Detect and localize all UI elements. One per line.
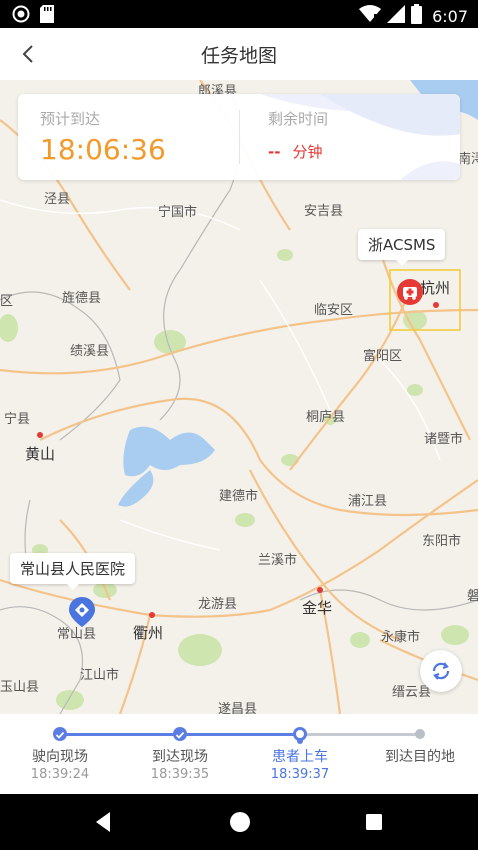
- status-time: 6:07: [432, 6, 468, 26]
- pending-step-icon: [415, 729, 425, 739]
- navigation-bar: [0, 794, 478, 850]
- map-label: 黄山: [25, 445, 56, 463]
- map-label: 磐: [467, 589, 478, 604]
- eta-label: 预计到达: [40, 110, 101, 128]
- step-name: 到达目的地: [385, 749, 455, 765]
- map-label: 泾县: [44, 192, 71, 207]
- sd-card-icon: [40, 5, 54, 27]
- record-icon: [12, 5, 30, 27]
- ambulance-icon: [397, 279, 423, 305]
- map-label: 玉山县: [0, 680, 40, 695]
- remaining-label: 剩余时间: [268, 110, 329, 128]
- map-label: 建德市: [219, 489, 259, 504]
- home-nav-button[interactable]: [226, 808, 254, 836]
- page-title: 任务地图: [200, 45, 277, 67]
- eta-card: 预计到达 18:06:36 剩余时间 -- 分钟: [18, 94, 460, 180]
- map-label: 衢州: [133, 624, 164, 642]
- step-time: 18:39:35: [150, 767, 210, 782]
- step-name: 患者上车: [272, 749, 328, 765]
- map-label: 浦江县: [348, 494, 388, 509]
- wifi-icon: [359, 5, 382, 27]
- hospital-marker[interactable]: [68, 596, 96, 628]
- map-label: 宁县: [4, 412, 31, 427]
- hospital-callout[interactable]: 常山县人民医院: [10, 553, 136, 590]
- ambulance-marker[interactable]: [396, 278, 424, 306]
- map-label: 富阳区: [363, 349, 403, 364]
- map-label: 南浔: [458, 152, 478, 167]
- map-label: 绩溪县: [70, 344, 110, 359]
- map-label: 区: [0, 294, 14, 309]
- task-progress: 驶向现场 18:39:24 到达现场 18:39:35 患者上车 18:39:3…: [0, 714, 478, 794]
- remaining-unit: 分钟: [292, 143, 323, 161]
- map-label: 金华: [302, 599, 333, 617]
- location-pin-icon: [69, 597, 95, 627]
- map-label: 诸暨市: [424, 432, 464, 447]
- map-label: 宁国市: [158, 205, 198, 220]
- refresh-button[interactable]: [420, 650, 462, 692]
- triangle-back-icon: [96, 812, 110, 832]
- map-label: 遂昌县: [218, 702, 258, 714]
- step-time: 18:39:24: [30, 767, 90, 782]
- square-recents-icon: [366, 814, 382, 830]
- back-nav-button[interactable]: [90, 808, 118, 836]
- map-label: 东阳市: [422, 534, 462, 549]
- step-name: 到达现场: [152, 749, 208, 765]
- current-step-icon: [293, 727, 307, 744]
- divider: [239, 110, 240, 164]
- map-label: 安吉县: [304, 204, 344, 219]
- check-icon: [53, 727, 67, 741]
- step-time: 18:39:37: [270, 767, 330, 782]
- map-label: 永康市: [381, 630, 421, 645]
- map-label: 龙游县: [198, 597, 238, 612]
- map-label: 杭州: [420, 279, 451, 297]
- map-label: 旌德县: [62, 291, 102, 306]
- map-label: 桐庐县: [306, 410, 346, 425]
- remaining-value: -- 分钟: [268, 141, 328, 162]
- battery-icon: [411, 4, 423, 28]
- eta-time: 18:06:36: [40, 133, 166, 166]
- circle-home-icon: [230, 812, 250, 832]
- check-icon: [173, 727, 187, 741]
- status-bar: 6:07: [0, 0, 478, 28]
- map-label: 江山市: [80, 668, 120, 683]
- remaining-minutes: --: [268, 143, 281, 161]
- refresh-icon: [432, 662, 450, 680]
- app-bar: 任务地图: [0, 28, 478, 80]
- signal-icon: [387, 5, 406, 27]
- map-label: 兰溪市: [258, 553, 298, 568]
- step-name: 驶向现场: [32, 749, 88, 765]
- recents-nav-button[interactable]: [360, 808, 388, 836]
- map-label: 临安区: [314, 303, 354, 318]
- vehicle-callout[interactable]: 浙ACSMS: [358, 229, 446, 266]
